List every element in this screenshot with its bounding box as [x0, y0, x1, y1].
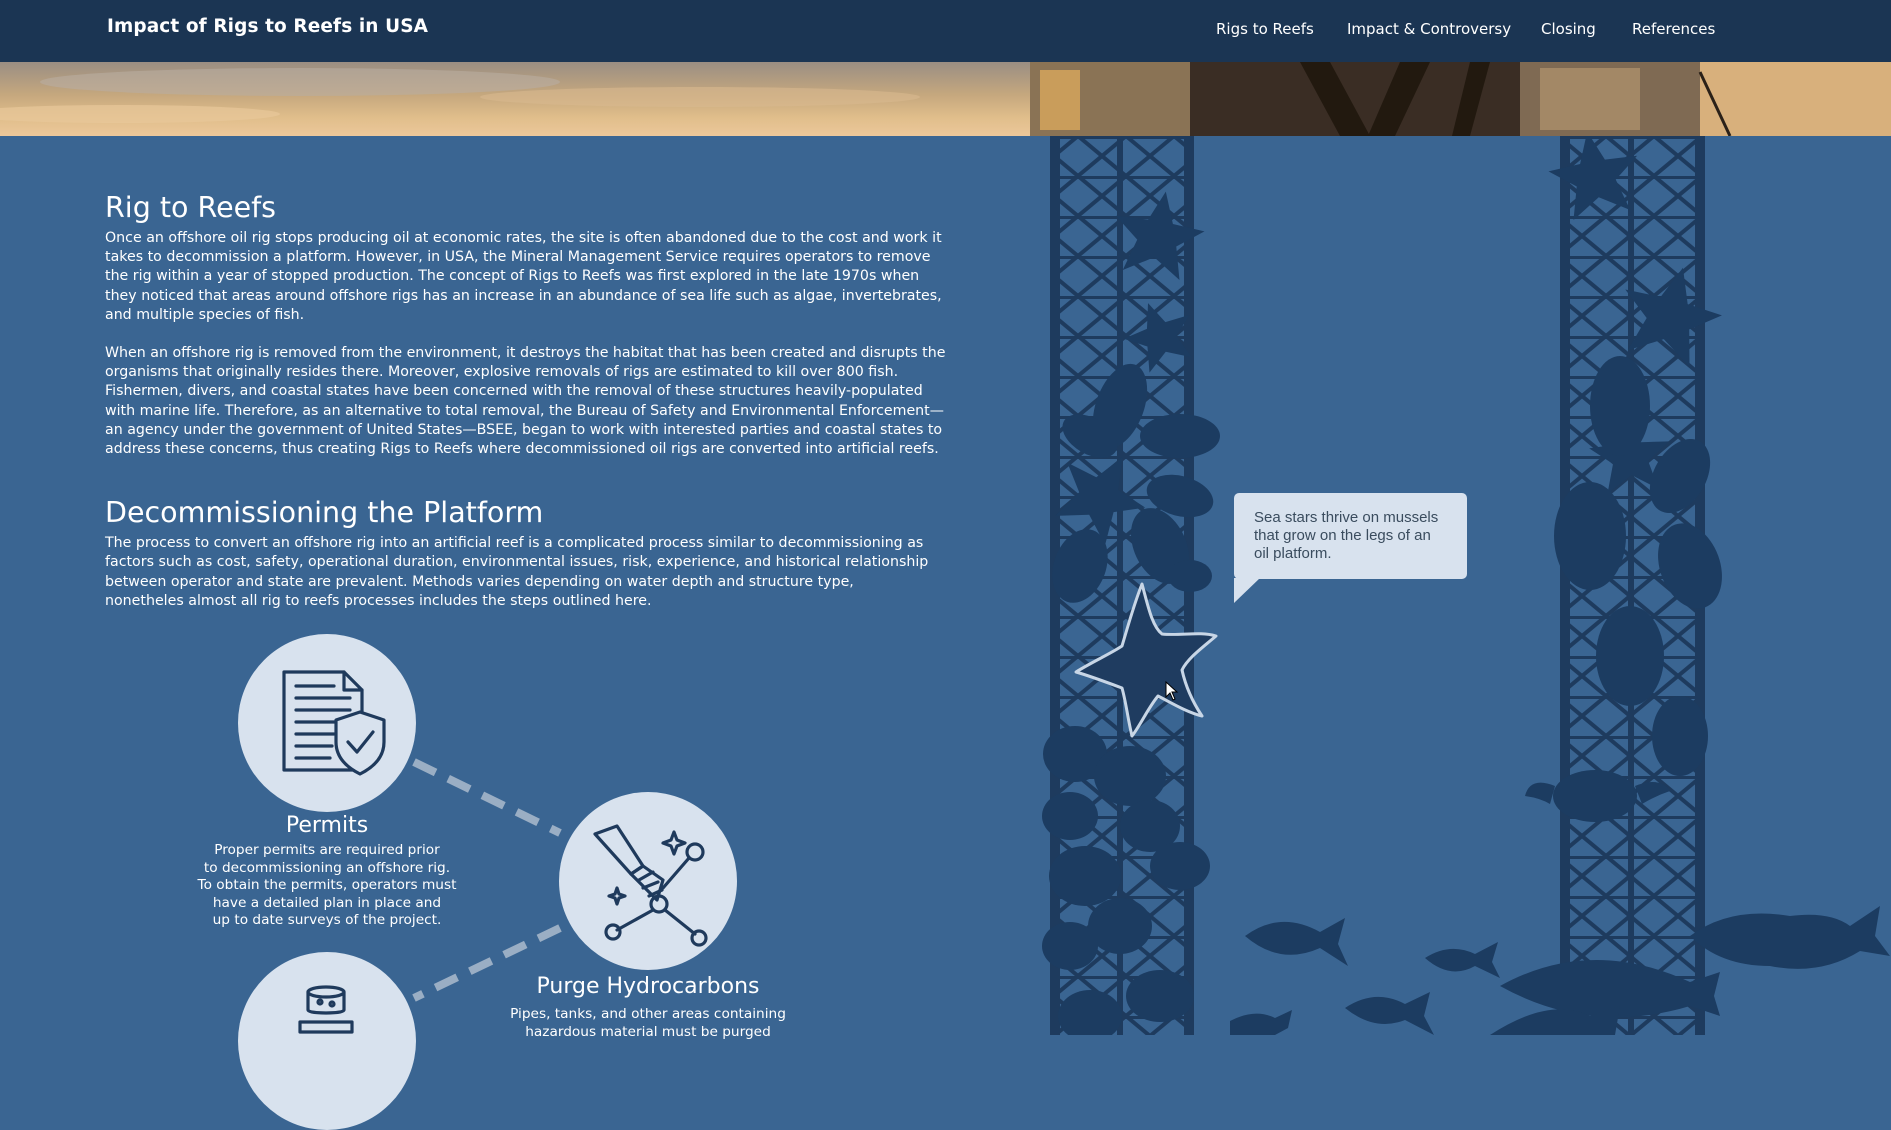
nav-link-rigs-to-reefs[interactable]: Rigs to Reefs — [1216, 20, 1314, 38]
cleaning-brush-icon — [593, 824, 708, 947]
permit-document-icon — [282, 670, 386, 776]
nav-link-references[interactable]: References — [1632, 20, 1715, 38]
step-permits-title: Permits — [285, 813, 369, 838]
step-permits-circle[interactable] — [238, 634, 416, 812]
step-third-circle[interactable] — [238, 952, 416, 1130]
underwater-rig-scene — [1030, 136, 1891, 1035]
tooltip-tail — [1234, 578, 1260, 603]
step-purge-circle[interactable] — [559, 792, 737, 970]
nav-link-closing[interactable]: Closing — [1541, 20, 1596, 38]
jar-icon — [298, 985, 354, 1034]
sea-star-tooltip: Sea stars thrive on mussels that grow on… — [1234, 493, 1467, 579]
step-permits-description: Proper permits are required prior to dec… — [197, 842, 457, 928]
nav-link-impact-controversy[interactable]: Impact & Controversy — [1347, 20, 1511, 38]
step-purge-title: Purge Hydrocarbons — [536, 974, 760, 999]
rig-legs-marine-life-illustration — [1041, 136, 1890, 1035]
brand-title[interactable]: Impact of Rigs to Reefs in USA — [107, 16, 428, 37]
step-purge-description: Pipes, tanks, and other areas containing… — [510, 1006, 786, 1040]
top-navbar: Impact of Rigs to Reefs in USA Rigs to R… — [0, 0, 1891, 62]
mouse-cursor-icon — [1165, 681, 1179, 701]
